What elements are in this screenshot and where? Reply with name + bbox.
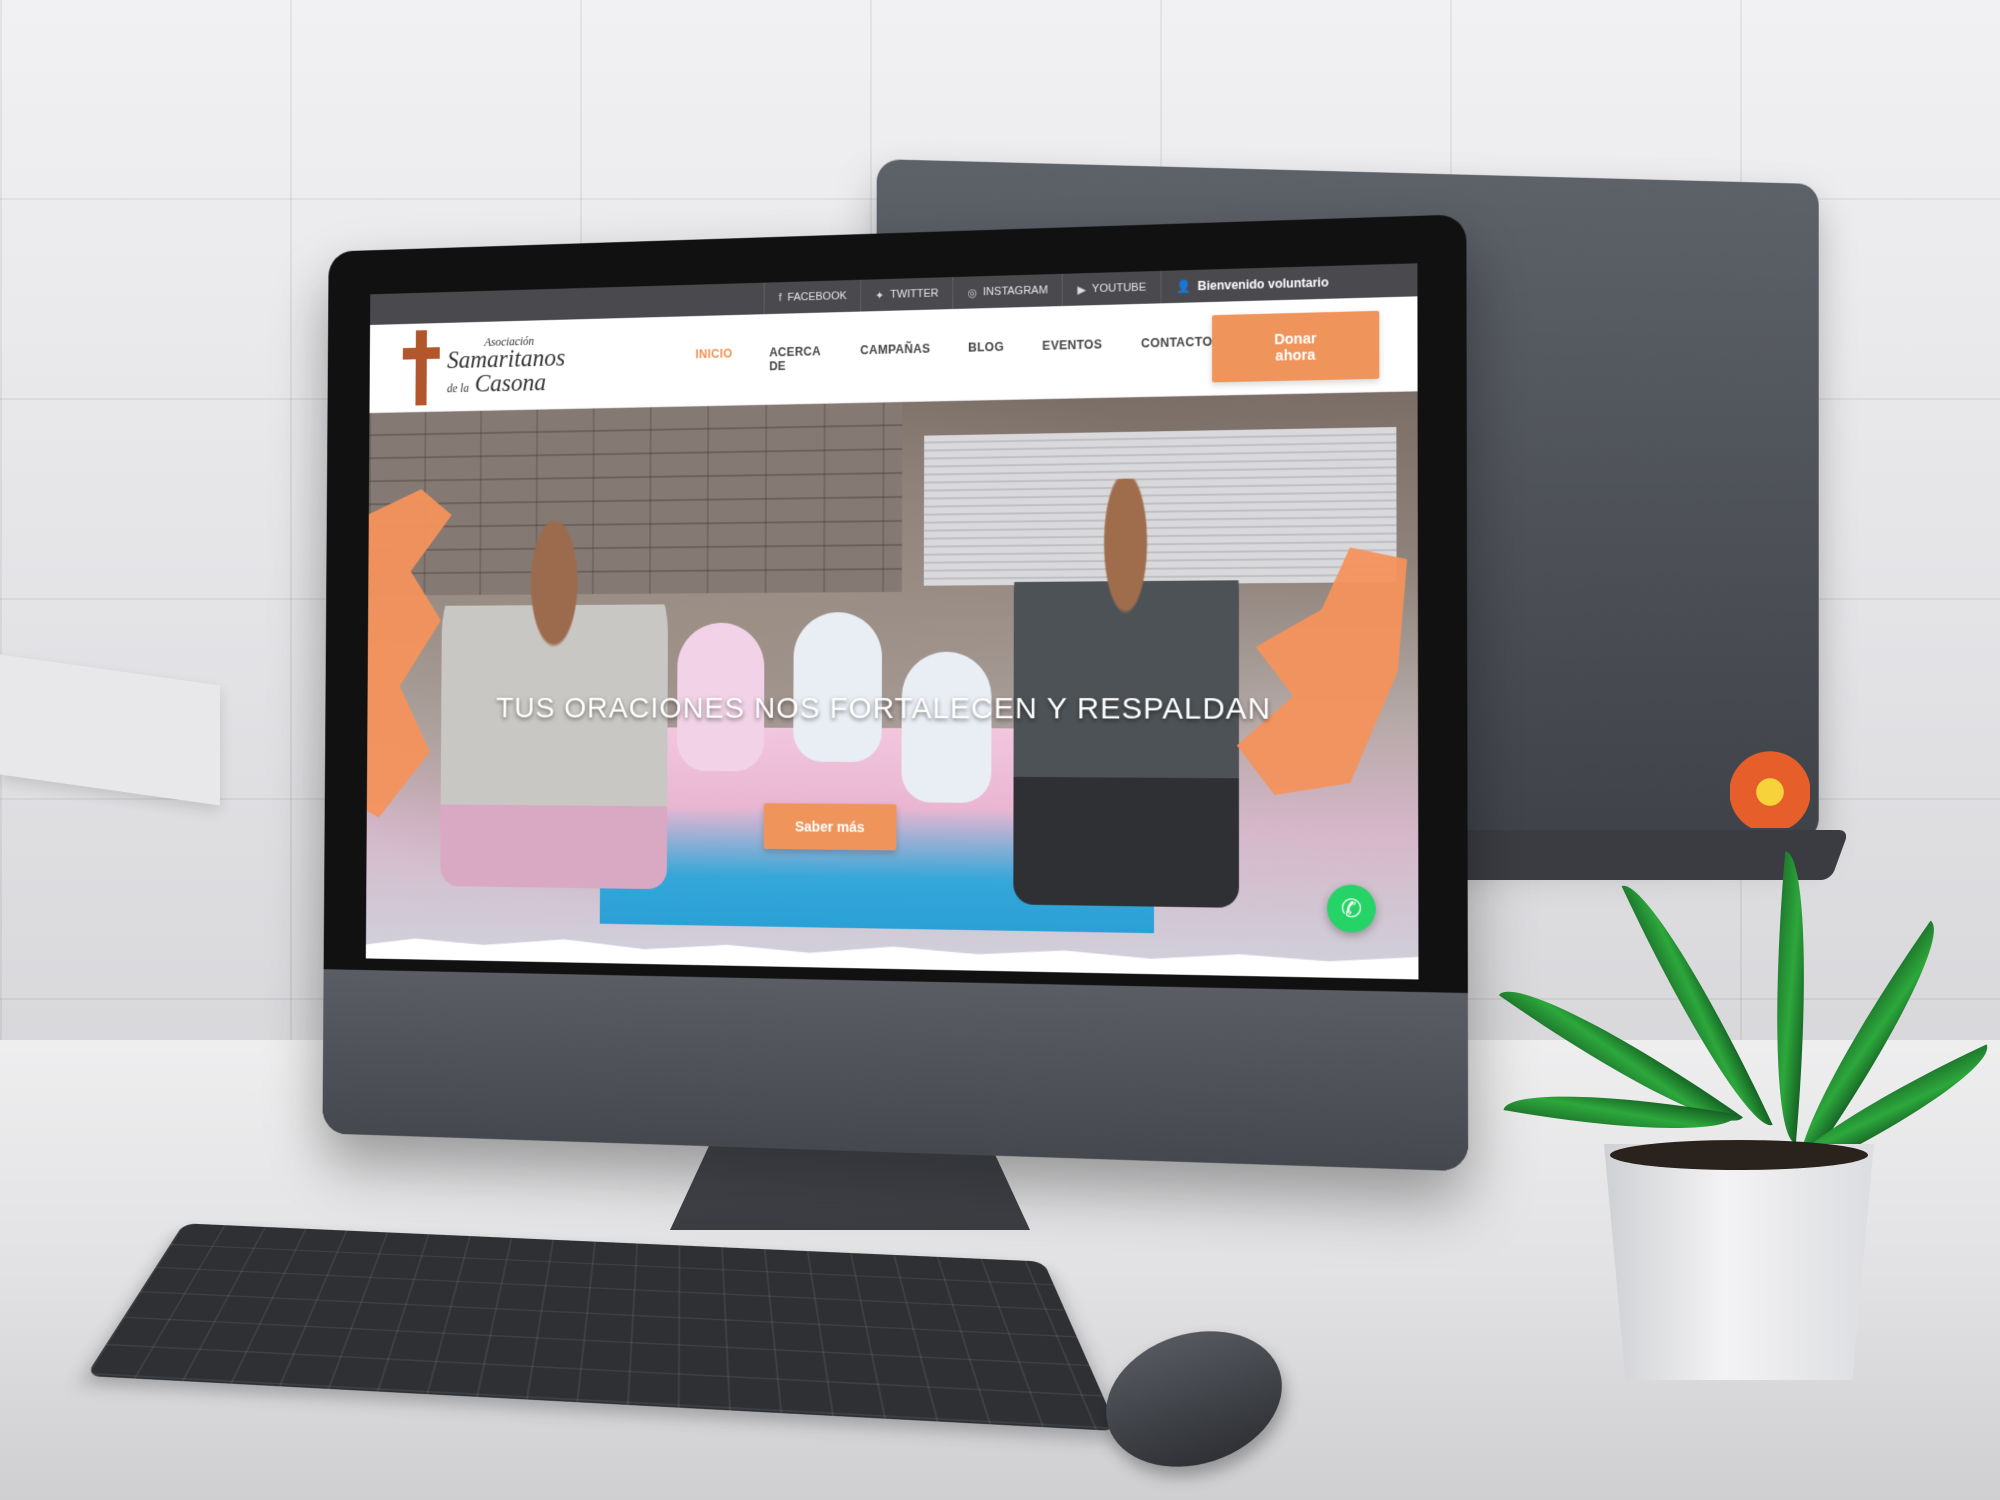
nav-item-inicio[interactable]: INICIO [695,346,732,374]
logo-line-3-prefix: de la [446,380,469,395]
social-label: FACEBOOK [787,290,847,304]
hero-banner: TUS ORACIONES NOS FORTALECEN Y RESPALDAN… [365,391,1419,980]
social-label: TWITTER [890,287,939,301]
back-keyboard [1400,830,1850,880]
volunteer-label: Bienvenido voluntario [1197,275,1329,294]
website-screen: f FACEBOOK ✦ TWITTER ◎ INSTAGRAM ▶ YOUTU… [365,263,1419,980]
logo-line-3: Casona [474,369,547,397]
paint-splash-right [1218,547,1407,796]
nav-item-blog[interactable]: BLOG [968,339,1004,368]
facebook-icon: f [778,292,782,304]
social-label: YOUTUBE [1091,281,1147,296]
nav-item-campanas[interactable]: CAMPAÑAS [860,341,930,371]
torn-paper-edge [366,924,1419,980]
cross-icon [402,329,440,405]
nav-item-eventos[interactable]: EVENTOS [1042,337,1102,367]
volunteer-link[interactable]: 👤 Bienvenido voluntario [1160,265,1344,304]
twitter-icon: ✦ [875,289,885,302]
social-label: INSTAGRAM [983,284,1048,299]
main-menu: INICIO ACERCA DE CAMPAÑAS BLOG EVENTOS C… [695,334,1212,374]
hero-photo-baby [793,612,883,763]
site-logo[interactable]: Asociación Samaritanos de la Casona [402,324,629,405]
plant-flower [1730,738,1810,828]
instagram-icon: ◎ [967,286,978,300]
whatsapp-icon[interactable]: ✆ [1327,884,1376,933]
logo-line-2: Samaritanos [447,344,566,374]
learn-more-button[interactable]: Saber más [763,803,897,851]
social-link-facebook[interactable]: f FACEBOOK [764,279,861,315]
plant-soil [1610,1140,1868,1170]
donate-button[interactable]: Donar ahora [1212,310,1380,382]
imac-monitor: f FACEBOOK ✦ TWITTER ◎ INSTAGRAM ▶ YOUTU… [322,214,1469,1172]
logo-text: Asociación Samaritanos de la Casona [447,334,565,397]
nav-item-acerca-de[interactable]: ACERCA DE [769,344,823,373]
hero-photo-baby [901,651,992,804]
social-link-youtube[interactable]: ▶ YOUTUBE [1062,270,1161,307]
plant-pot [1604,1144,1874,1380]
hero-title: TUS ORACIONES NOS FORTALECEN Y RESPALDAN [496,691,1272,726]
social-link-instagram[interactable]: ◎ INSTAGRAM [952,273,1063,310]
nav-item-contacto[interactable]: CONTACTO [1141,334,1212,364]
social-link-twitter[interactable]: ✦ TWITTER [860,277,953,312]
user-icon: 👤 [1175,279,1192,294]
youtube-icon: ▶ [1077,283,1086,297]
